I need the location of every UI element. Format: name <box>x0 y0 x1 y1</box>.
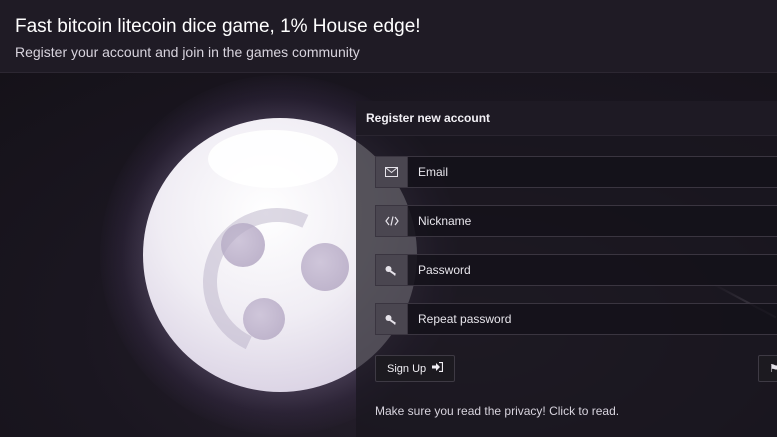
flag-icon: ⚑ <box>769 363 777 375</box>
password-input[interactable] <box>418 255 758 285</box>
moon-shine <box>208 130 338 188</box>
key-icon <box>376 304 408 334</box>
flag-button[interactable]: ⚑ <box>758 355 777 382</box>
repeat-password-field <box>375 303 777 335</box>
register-heading: Register new account <box>366 111 491 125</box>
code-icon <box>376 206 408 236</box>
register-panel: Register new account Sign Up ⚑ Make sur <box>356 101 777 437</box>
repeat-password-input[interactable] <box>418 304 758 334</box>
key-icon <box>376 255 408 285</box>
email-input[interactable] <box>418 157 758 187</box>
nickname-input[interactable] <box>418 206 758 236</box>
sign-up-button[interactable]: Sign Up <box>375 355 456 382</box>
email-field <box>375 156 777 188</box>
page-title: Fast bitcoin litecoin dice game, 1% Hous… <box>15 16 421 37</box>
privacy-link[interactable]: Make sure you read the privacy! Click to… <box>375 404 619 418</box>
sign-in-icon <box>432 361 444 375</box>
moon-swirl <box>182 187 372 377</box>
page-header: Fast bitcoin litecoin dice game, 1% Hous… <box>0 0 777 73</box>
sign-up-label: Sign Up <box>387 363 427 375</box>
password-field <box>375 254 777 286</box>
page-subtitle: Register your account and join in the ga… <box>15 44 360 60</box>
register-panel-header: Register new account <box>356 101 777 136</box>
envelope-icon <box>376 157 408 187</box>
nickname-field <box>375 205 777 237</box>
